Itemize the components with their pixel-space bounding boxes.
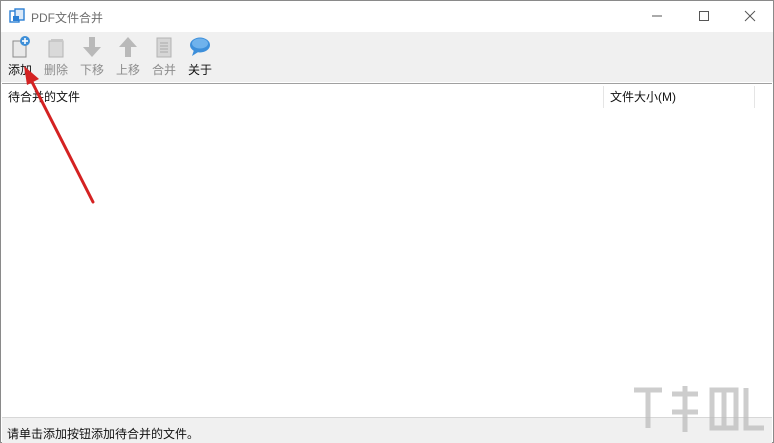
move-up-button[interactable]: 上移 [114,34,142,78]
about-button[interactable]: 关于 [186,34,214,78]
add-file-icon [12,36,30,58]
merge-button[interactable]: 合并 [150,34,178,78]
close-icon [744,10,756,22]
move-up-button-label: 上移 [115,63,140,77]
column-header-size[interactable]: 文件大小(M) [604,84,754,110]
title-bar[interactable]: PDF文件合并 [1,1,773,31]
minimize-icon [652,15,662,17]
maximize-icon [699,11,709,21]
arrow-down-icon [83,37,101,57]
speech-bubble-icon [190,37,210,56]
delete-file-icon [48,39,64,58]
delete-button-label: 删除 [43,63,68,77]
file-list[interactable]: 待合并的文件 文件大小(M) [2,83,772,417]
app-window: PDF文件合并 添加 删除 下移 上移 合并 关于 待合并的文件 文件大小(M)… [0,0,774,443]
maximize-button[interactable] [681,1,727,31]
move-down-button-label: 下移 [79,63,104,77]
column-divider[interactable] [754,86,755,108]
window-title: PDF文件合并 [31,11,104,25]
move-down-button[interactable]: 下移 [78,34,106,78]
status-bar: 请单击添加按钮添加待合并的文件。 [2,417,772,443]
add-button-label: 添加 [7,63,32,77]
file-list-header: 待合并的文件 文件大小(M) [2,84,772,110]
minimize-button[interactable] [634,1,680,31]
toolbar: 添加 删除 下移 上移 合并 关于 [1,32,773,82]
about-button-label: 关于 [187,63,212,77]
file-list-body[interactable] [2,110,772,417]
add-button[interactable]: 添加 [6,34,34,78]
column-header-files[interactable]: 待合并的文件 [2,84,603,110]
merge-button-label: 合并 [151,63,176,77]
delete-button[interactable]: 删除 [42,34,70,78]
arrow-up-icon [119,37,137,57]
close-button[interactable] [727,1,773,31]
merge-icon [156,37,172,58]
pdf-merge-app-icon [9,8,25,23]
status-text: 请单击添加按钮添加待合并的文件。 [7,427,200,441]
